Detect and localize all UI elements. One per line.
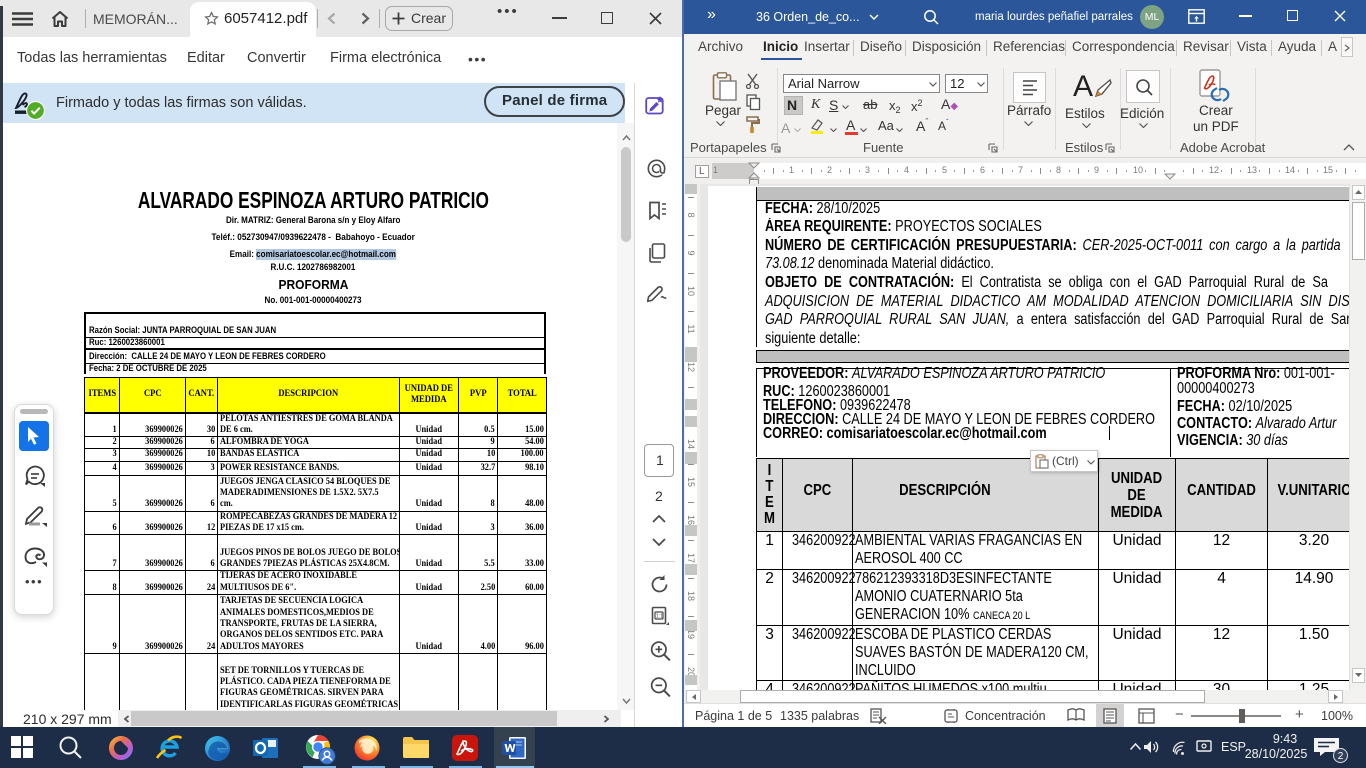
svg-text:1:1: 1:1	[656, 614, 664, 620]
